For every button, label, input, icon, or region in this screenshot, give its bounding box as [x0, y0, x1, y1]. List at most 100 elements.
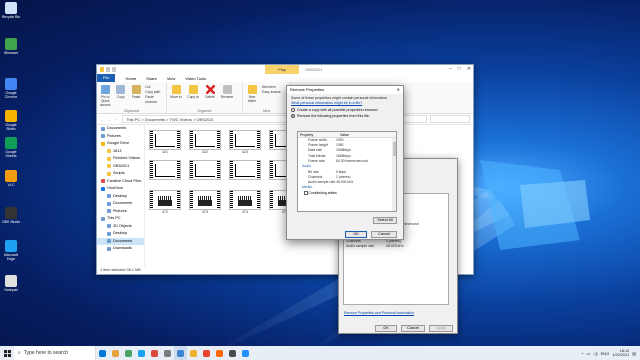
- tray-up-icon[interactable]: ^: [582, 351, 584, 356]
- list-item[interactable]: Contributing artists: [298, 191, 396, 196]
- pin-button[interactable]: Pin to Quick access: [99, 84, 111, 111]
- nav-item[interactable]: 3D Objects: [97, 223, 144, 231]
- easy-access-button[interactable]: Easy access: [262, 90, 281, 95]
- nav-item[interactable]: OneDrive: [97, 185, 144, 193]
- minimize-icon[interactable]: –: [449, 66, 452, 72]
- select-all-button[interactable]: Select All: [373, 217, 397, 224]
- apply-button[interactable]: Apply: [429, 325, 453, 332]
- context-tab-play[interactable]: Play: [265, 65, 299, 74]
- copy-icon: [116, 85, 126, 94]
- desktop-icon[interactable]: Google Chrome: [1, 78, 21, 99]
- video-thumbnail[interactable]: [229, 160, 261, 180]
- rename-button[interactable]: Rename: [220, 84, 234, 111]
- copy-to-button[interactable]: Copy to: [186, 84, 200, 111]
- ok-button[interactable]: OK: [345, 231, 367, 238]
- desktop-icon[interactable]: Notepad: [1, 275, 21, 292]
- close-icon[interactable]: ✕: [467, 66, 471, 72]
- nav-item[interactable]: 1813: [97, 148, 144, 156]
- radio-create-copy[interactable]: [291, 108, 295, 112]
- paste-shortcut-button[interactable]: Paste shortcut: [145, 95, 164, 105]
- desktop-icon[interactable]: Google Slides: [1, 110, 21, 131]
- radio-remove-following[interactable]: [291, 114, 295, 118]
- taskbar-search[interactable]: ⌕ Type here to search: [14, 346, 96, 360]
- thumbnail-image: [149, 160, 181, 180]
- tab-share[interactable]: Share: [146, 76, 157, 81]
- column-property[interactable]: Property: [298, 132, 338, 137]
- taskbar-app-button[interactable]: [161, 346, 174, 360]
- paste-button[interactable]: Paste: [130, 84, 142, 111]
- ok-button[interactable]: OK: [375, 325, 397, 332]
- desktop-icon[interactable]: Microsoft Edge: [1, 240, 21, 261]
- start-button[interactable]: [0, 346, 14, 360]
- nav-item[interactable]: Finished Videos: [97, 155, 144, 163]
- nav-item[interactable]: This PC: [97, 215, 144, 223]
- tab-view[interactable]: View: [167, 76, 176, 81]
- desktop-icon[interactable]: VLC: [1, 170, 21, 187]
- video-thumbnail[interactable]: 422: [189, 130, 221, 154]
- taskbar-app-button[interactable]: [174, 346, 187, 360]
- checkbox[interactable]: [304, 191, 308, 195]
- network-icon[interactable]: ▭: [586, 351, 590, 356]
- maximize-icon[interactable]: □: [458, 66, 461, 72]
- delete-button[interactable]: Delete: [203, 84, 217, 111]
- video-thumbnail[interactable]: 472: [149, 190, 181, 214]
- new-folder-button[interactable]: New folder: [245, 84, 259, 111]
- nav-item[interactable]: Pictures: [97, 133, 144, 141]
- video-thumbnail[interactable]: 423: [229, 130, 261, 154]
- tab-file[interactable]: File: [97, 74, 116, 82]
- folder-icon: [107, 164, 111, 169]
- cancel-button[interactable]: Cancel: [371, 231, 397, 238]
- nav-item[interactable]: Scripts: [97, 170, 144, 178]
- taskbar-app-button[interactable]: [213, 346, 226, 360]
- nav-item[interactable]: Google Drive: [97, 140, 144, 148]
- clock-date: 1/20/2021: [612, 353, 630, 357]
- video-thumbnail[interactable]: 473: [189, 190, 221, 214]
- taskbar-app-button[interactable]: [226, 346, 239, 360]
- taskbar-app-button[interactable]: [200, 346, 213, 360]
- nav-item[interactable]: Creative Cloud Files: [97, 178, 144, 186]
- search-input[interactable]: [430, 115, 470, 123]
- video-thumbnail[interactable]: [189, 160, 221, 180]
- desktop-icon[interactable]: Windows: [1, 38, 21, 55]
- nav-arrows[interactable]: ←→↑: [100, 117, 119, 122]
- desktop-icon[interactable]: Recycle Bin: [1, 2, 21, 19]
- move-to-button[interactable]: Move to: [169, 84, 183, 111]
- video-thumbnail[interactable]: [149, 160, 181, 180]
- remove-properties-link[interactable]: Remove Properties and Personal Informati…: [344, 311, 414, 315]
- nav-item[interactable]: Desktop: [97, 193, 144, 201]
- desktop-icon[interactable]: Google Sheets: [1, 137, 21, 158]
- taskbar-app-button[interactable]: [239, 346, 252, 360]
- taskbar-app-button[interactable]: [148, 346, 161, 360]
- nav-item[interactable]: Downloads: [97, 245, 144, 253]
- column-value[interactable]: Value: [338, 132, 349, 137]
- option-remove-following[interactable]: Remove the following properties from thi…: [287, 113, 403, 119]
- taskbar-app-button[interactable]: [135, 346, 148, 360]
- folder-icon: [101, 141, 105, 146]
- scrollbar[interactable]: [392, 138, 396, 211]
- close-icon[interactable]: ✕: [397, 86, 400, 94]
- nav-item[interactable]: Desktop: [97, 230, 144, 238]
- nav-item[interactable]: OBS2021: [97, 163, 144, 171]
- volume-icon[interactable]: ◁): [593, 351, 597, 356]
- tab-video-tools[interactable]: Video Tools: [185, 76, 206, 81]
- video-thumbnail[interactable]: 421: [149, 130, 181, 154]
- copy-button[interactable]: Copy: [114, 84, 126, 111]
- nav-item[interactable]: Documents: [97, 125, 144, 133]
- taskbar-app-button[interactable]: [122, 346, 135, 360]
- taskbar-app-button[interactable]: [187, 346, 200, 360]
- tab-home[interactable]: Home: [125, 76, 136, 81]
- nav-item[interactable]: Pictures: [97, 208, 144, 216]
- taskbar-app-button[interactable]: [109, 346, 122, 360]
- cancel-button[interactable]: Cancel: [401, 325, 425, 332]
- scrollbar-thumb[interactable]: [392, 142, 396, 156]
- clock[interactable]: 18:12 1/20/2021: [612, 349, 629, 358]
- desktop-icon[interactable]: OBS Studio: [1, 207, 21, 224]
- nav-item[interactable]: Documents: [97, 200, 144, 208]
- app-icon: [5, 2, 17, 14]
- language-indicator[interactable]: ENG: [601, 351, 610, 356]
- taskbar-app-button[interactable]: [96, 346, 109, 360]
- notification-icon[interactable]: ▤: [632, 351, 636, 356]
- nav-item[interactable]: Documents: [97, 237, 144, 245]
- personal-info-link[interactable]: What personal information might be in a …: [291, 101, 399, 106]
- video-thumbnail[interactable]: 474: [229, 190, 261, 214]
